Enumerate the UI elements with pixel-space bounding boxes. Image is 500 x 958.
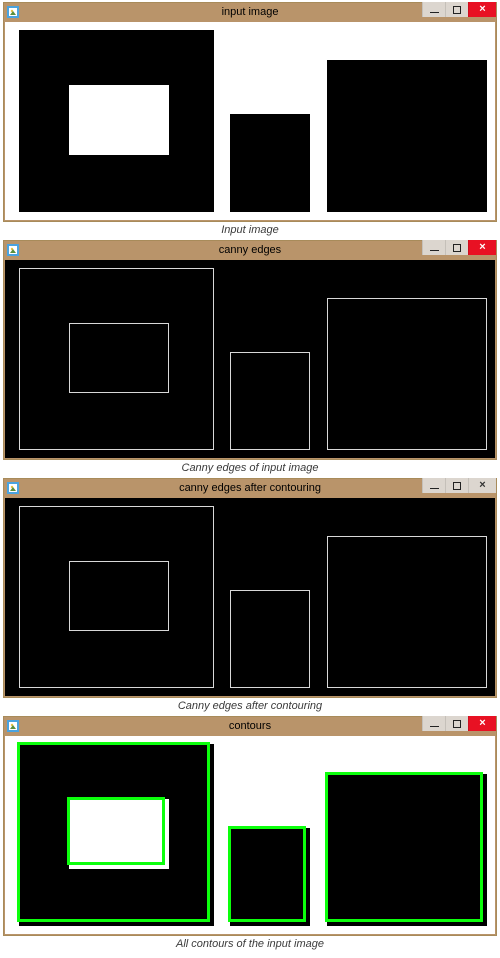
titlebar[interactable]: contours × — [4, 717, 496, 735]
caption: Input image — [2, 224, 498, 236]
titlebar[interactable]: input image × — [4, 3, 496, 21]
hole-edge — [69, 323, 169, 393]
window-canny-edges: canny edges × — [3, 240, 497, 460]
close-button[interactable]: × — [468, 478, 496, 493]
window-controls: × — [422, 478, 496, 493]
canvas-contours — [5, 736, 495, 934]
canvas-canny-after-contouring — [5, 498, 495, 696]
window-controls: × — [422, 2, 496, 17]
image-viewer-icon — [7, 6, 19, 18]
contour-small — [228, 826, 306, 922]
window-contours: contours × — [3, 716, 497, 936]
small-rect-edge — [230, 352, 310, 450]
canvas-canny-edges — [5, 260, 495, 458]
image-viewer-icon — [7, 720, 19, 732]
caption: Canny edges of input image — [2, 462, 498, 474]
hole-edge — [69, 561, 169, 631]
right-rect — [327, 60, 487, 212]
big-rect-hole — [69, 85, 169, 155]
contour-big-inner — [67, 797, 165, 865]
close-button[interactable]: × — [468, 2, 496, 17]
close-button[interactable]: × — [468, 716, 496, 731]
contour-right — [325, 772, 483, 922]
maximize-button[interactable] — [445, 240, 468, 255]
canvas-input-image — [5, 22, 495, 220]
window-controls: × — [422, 240, 496, 255]
minimize-button[interactable] — [422, 716, 445, 731]
caption: All contours of the input image — [2, 938, 498, 950]
window-title: canny edges — [219, 241, 281, 259]
right-rect-edge — [327, 536, 487, 688]
close-button[interactable]: × — [468, 240, 496, 255]
minimize-button[interactable] — [422, 478, 445, 493]
titlebar[interactable]: canny edges after contouring × — [4, 479, 496, 497]
window-input-image: input image × — [3, 2, 497, 222]
minimize-button[interactable] — [422, 240, 445, 255]
maximize-button[interactable] — [445, 2, 468, 17]
window-controls: × — [422, 716, 496, 731]
maximize-button[interactable] — [445, 716, 468, 731]
titlebar[interactable]: canny edges × — [4, 241, 496, 259]
window-title: contours — [229, 717, 271, 735]
image-viewer-icon — [7, 244, 19, 256]
maximize-button[interactable] — [445, 478, 468, 493]
window-title: canny edges after contouring — [179, 479, 321, 497]
image-viewer-icon — [7, 482, 19, 494]
window-title: input image — [222, 3, 279, 21]
right-rect-edge — [327, 298, 487, 450]
window-canny-after-contouring: canny edges after contouring × — [3, 478, 497, 698]
small-rect — [230, 114, 310, 212]
big-rect — [19, 30, 214, 212]
caption: Canny edges after contouring — [2, 700, 498, 712]
minimize-button[interactable] — [422, 2, 445, 17]
small-rect-edge — [230, 590, 310, 688]
